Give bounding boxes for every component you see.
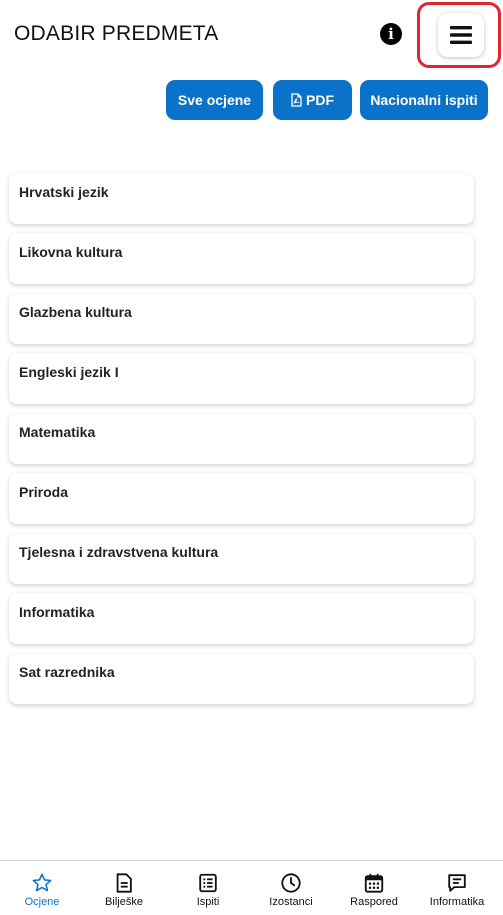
subject-card[interactable]: Sat razrednika	[9, 653, 474, 704]
subject-name: Informatika	[19, 604, 95, 620]
subject-card[interactable]: Tjelesna i zdravstvena kultura	[9, 533, 474, 584]
nav-biljeske[interactable]: Bilješke	[82, 861, 166, 915]
pdf-button[interactable]: PDF	[273, 80, 352, 120]
subject-name: Engleski jezik I	[19, 364, 119, 380]
subject-name: Likovna kultura	[19, 244, 123, 260]
nav-label: Ocjene	[24, 896, 60, 908]
sve-ocjene-button[interactable]: Sve ocjene	[166, 80, 263, 120]
subject-list: Hrvatski jezik Likovna kultura Glazbena …	[9, 173, 474, 713]
subject-name: Glazbena kultura	[19, 304, 132, 320]
subject-name: Priroda	[19, 484, 69, 500]
subject-name: Matematika	[19, 424, 96, 440]
notes-icon	[116, 873, 132, 893]
subject-name: Tjelesna i zdravstvena kultura	[19, 544, 219, 560]
nav-label: Informatika	[429, 896, 485, 908]
pdf-label: PDF	[306, 92, 334, 108]
chat-icon	[448, 874, 466, 892]
nav-izostanci[interactable]: Izostanci	[249, 861, 333, 915]
nav-ispiti[interactable]: Ispiti	[166, 861, 250, 915]
subject-name: Hrvatski jezik	[19, 184, 109, 200]
star-icon	[32, 873, 52, 892]
subject-card[interactable]: Matematika	[9, 413, 474, 464]
bottom-nav: Ocjene Bilješke Ispiti Izostanci Raspore…	[0, 860, 503, 915]
page-title: ODABIR PREDMETA	[14, 22, 219, 45]
nav-label: Bilješke	[105, 896, 143, 908]
nav-label: Raspored	[350, 896, 398, 908]
nacionalni-ispiti-button[interactable]: Nacionalni ispiti	[360, 80, 488, 120]
hamburger-icon	[450, 26, 472, 44]
sve-ocjene-label: Sve ocjene	[177, 92, 252, 108]
calendar-icon	[364, 873, 384, 893]
pdf-file-icon	[291, 93, 302, 107]
list-icon	[199, 873, 217, 893]
subject-card[interactable]: Glazbena kultura	[9, 293, 474, 344]
nav-informatika[interactable]: Informatika	[415, 861, 499, 915]
subject-card[interactable]: Informatika	[9, 593, 474, 644]
nav-label: Izostanci	[269, 896, 313, 908]
subject-card[interactable]: Engleski jezik I	[9, 353, 474, 404]
subject-card[interactable]: Hrvatski jezik	[9, 173, 474, 224]
nacionalni-ispiti-label: Nacionalni ispiti	[370, 92, 478, 108]
subject-card[interactable]: Likovna kultura	[9, 233, 474, 284]
header-bar: ODABIR PREDMETA i	[0, 0, 503, 70]
nav-raspored[interactable]: Raspored	[332, 861, 416, 915]
nav-ocjene[interactable]: Ocjene	[0, 861, 84, 915]
subject-card[interactable]: Priroda	[9, 473, 474, 524]
hamburger-menu-button[interactable]	[438, 13, 484, 57]
nav-label: Ispiti	[196, 896, 220, 908]
clock-icon	[281, 873, 301, 893]
info-icon[interactable]: i	[380, 23, 402, 45]
subject-name: Sat razrednika	[19, 664, 115, 680]
